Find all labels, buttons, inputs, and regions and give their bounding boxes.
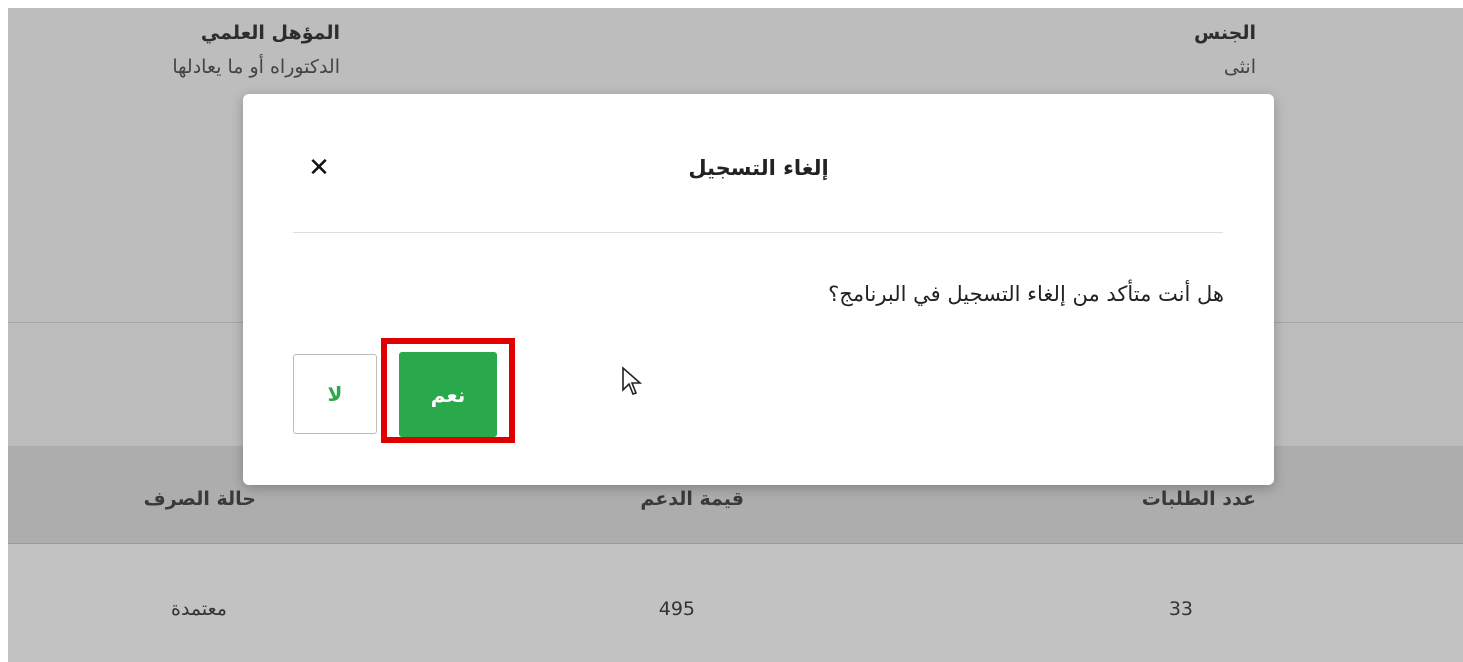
close-icon[interactable]: ✕ — [305, 154, 333, 182]
yes-button[interactable]: نعم — [399, 352, 497, 437]
cancel-registration-dialog: إلغاء التسجيل ✕ هل أنت متأكد من إلغاء ال… — [243, 94, 1274, 485]
modal-overlay: إلغاء التسجيل ✕ هل أنت متأكد من إلغاء ال… — [0, 0, 1463, 662]
dialog-message: هل أنت متأكد من إلغاء التسجيل في البرنام… — [828, 282, 1224, 306]
mouse-cursor-icon — [622, 366, 643, 395]
dialog-divider — [293, 232, 1223, 233]
no-button[interactable]: لا — [293, 354, 377, 434]
dialog-title: إلغاء التسجيل — [688, 156, 829, 180]
